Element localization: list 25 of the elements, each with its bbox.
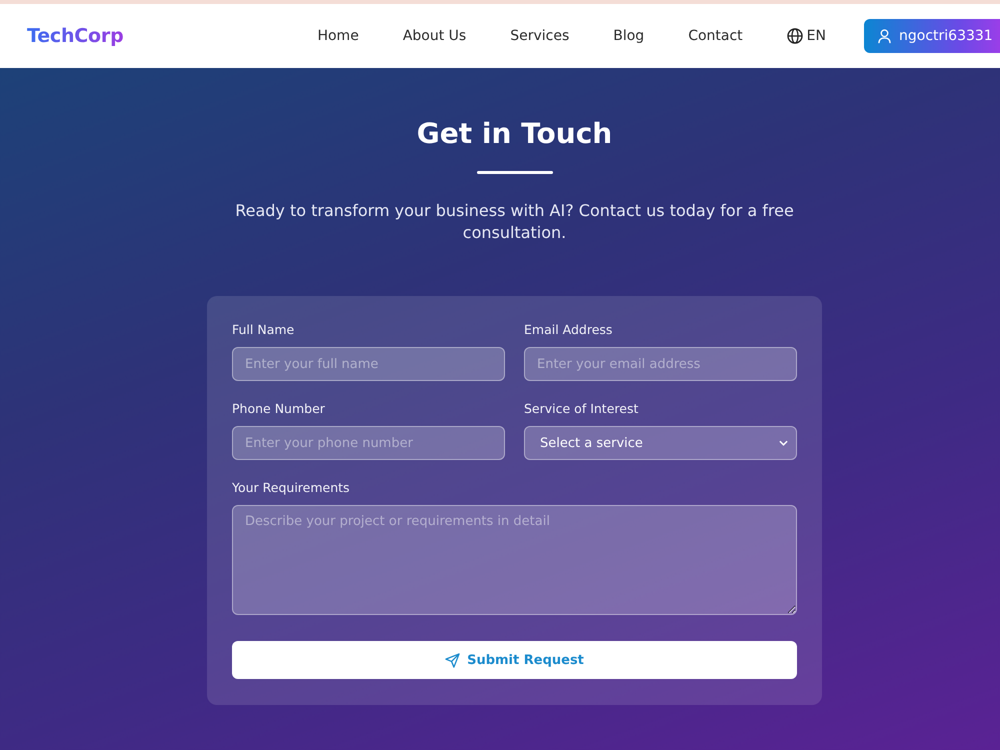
field-label: Your Requirements [232,479,350,497]
requirements-textarea[interactable]: Describe your project or requirements in detail [232,505,797,615]
service-dropdown[interactable]: Select a service [524,426,797,460]
logo[interactable]: TechCorp [27,25,124,47]
nav-link[interactable]: Home [317,28,359,44]
nav-link[interactable]: Services [510,28,570,44]
submit-button[interactable]: Submit Request [232,641,797,679]
text-input[interactable]: Enter your phone number [232,426,505,460]
section-title: Get in Touch [416,116,612,152]
text-input[interactable]: Enter your full name [232,347,505,381]
nav-link[interactable]: Contact [688,28,743,44]
chevron-down-icon [779,440,788,446]
nav-link[interactable]: About Us [402,28,466,44]
nav-link[interactable]: Blog [613,28,644,44]
field-label: Phone Number [232,400,325,418]
field-label: Service of Interest [524,400,638,418]
text-input[interactable]: Enter your email address [524,347,797,381]
language-selector[interactable]: EN [786,28,826,44]
send-icon [445,652,460,668]
globe-icon [786,28,803,44]
user-icon [878,28,891,44]
field-label: Email Address [524,321,612,339]
user-account-button[interactable]: ngoctri63331 [864,19,1000,53]
section-subtitle: Ready to transform your business with AI? Contact us today for a free consultation. [234,200,795,244]
field-label: Full Name [232,321,294,339]
